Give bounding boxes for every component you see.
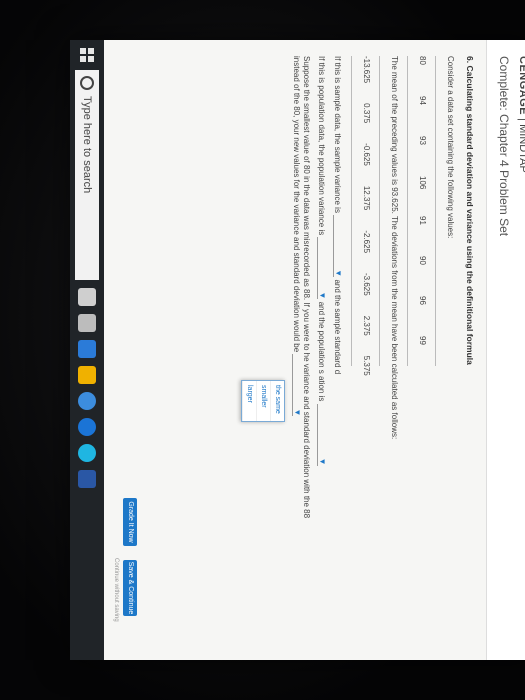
dropdown-menu: the same smaller larger [241,380,285,422]
deviation: -0.625 [362,143,371,166]
menu-option-same[interactable]: the same [270,381,284,421]
chrome-icon[interactable] [78,392,96,410]
page-title: Complete: Chapter 4 Problem Set [497,56,511,237]
file-explorer-icon[interactable] [78,366,96,384]
divider [407,56,408,366]
suppose-text-2: he variance and standard deviation with … [302,352,311,519]
divider [351,56,352,366]
population-question: If this is population data, the populati… [317,56,327,644]
divider [435,56,436,366]
values-row: 80 94 93 106 91 90 96 99 [418,56,427,644]
taskbar: Type here to search [70,40,104,660]
task-view-icon[interactable] [78,314,96,332]
sample-variance-dropdown[interactable]: ▼ [333,215,343,278]
monitor-screen: CENGAGE | MINDTAP Complete: Chapter 4 Pr… [70,40,525,660]
deviation: 12.375 [362,185,371,211]
sample-question: If this is sample data, the sample varia… [333,56,343,644]
population-question-suffix: and the population s [317,301,326,374]
value: 90 [418,256,427,265]
save-continue-button[interactable]: Save & Continue [123,560,137,616]
web-page: CENGAGE | MINDTAP Complete: Chapter 4 Pr… [70,40,525,660]
deviations-row: -13.625 0.375 -0.625 12.375 -2.625 -3.62… [362,56,371,644]
grade-it-now-button[interactable]: Grade It Now [123,498,137,546]
mean-text: The mean of the preceding values is 93.6… [390,56,399,440]
suppose-text-3: instead of the 80, your new values for t… [292,56,301,353]
deviation: 0.375 [362,103,371,124]
value: 99 [418,336,427,345]
problem-intro: Consider a data set containing the follo… [446,56,455,239]
problem-content: 6. Calculating standard deviation and va… [115,56,475,644]
divider [379,56,380,366]
brand-logo: CENGAGE | MINDTAP [517,56,525,173]
word-icon[interactable] [78,470,96,488]
value: 94 [418,96,427,105]
value: 96 [418,296,427,305]
deviation: -13.625 [362,56,371,84]
value: 93 [418,136,427,145]
suppose-question: Suppose the smallest value of 80 in the … [292,56,311,644]
menu-option-larger[interactable]: larger [242,381,256,421]
brand-name: CENGAGE [517,56,525,116]
value: 106 [418,176,427,190]
population-sd-dropdown[interactable]: ▼ [317,403,327,466]
app-header: CENGAGE | MINDTAP Complete: Chapter 4 Pr… [486,40,525,660]
problem-heading: 6. Calculating standard deviation and va… [465,56,475,365]
chevron-down-icon: ▼ [318,291,327,300]
population-question-prefix: If this is population data, the populati… [317,56,326,236]
population-question-end: ation is [317,376,326,402]
population-variance-dropdown[interactable]: ▼ [317,237,327,300]
chevron-down-icon: ▼ [318,457,327,466]
suppose-text-1: Suppose the smallest value of 80 in the … [302,56,311,351]
continue-without-saving-link[interactable]: Continue without saving [113,558,119,622]
sample-question-prefix: If this is sample data, the sample varia… [333,56,342,213]
deviation: -3.625 [362,273,371,296]
value: 80 [418,56,427,65]
deviation: 5.375 [362,355,371,376]
taskbar-search-placeholder: Type here to search [81,96,93,194]
deviation: 2.375 [362,315,371,336]
deviation: -2.625 [362,230,371,254]
sample-question-suffix: and the sample standard d [333,279,342,375]
brand-product: MINDTAP [517,124,525,173]
edge-icon[interactable] [78,418,96,436]
chevron-down-icon: ▼ [334,269,343,278]
windows-start-icon[interactable] [80,48,94,62]
chevron-down-icon: ▼ [293,408,302,417]
ie-icon[interactable] [78,444,96,462]
new-values-dropdown[interactable]: ▼ [292,354,302,417]
cortana-icon [80,76,94,90]
menu-option-smaller[interactable]: smaller [256,381,270,421]
taskbar-search[interactable]: Type here to search [75,70,99,280]
store-icon[interactable] [78,340,96,358]
mic-icon[interactable] [78,288,96,306]
value: 91 [418,216,427,225]
